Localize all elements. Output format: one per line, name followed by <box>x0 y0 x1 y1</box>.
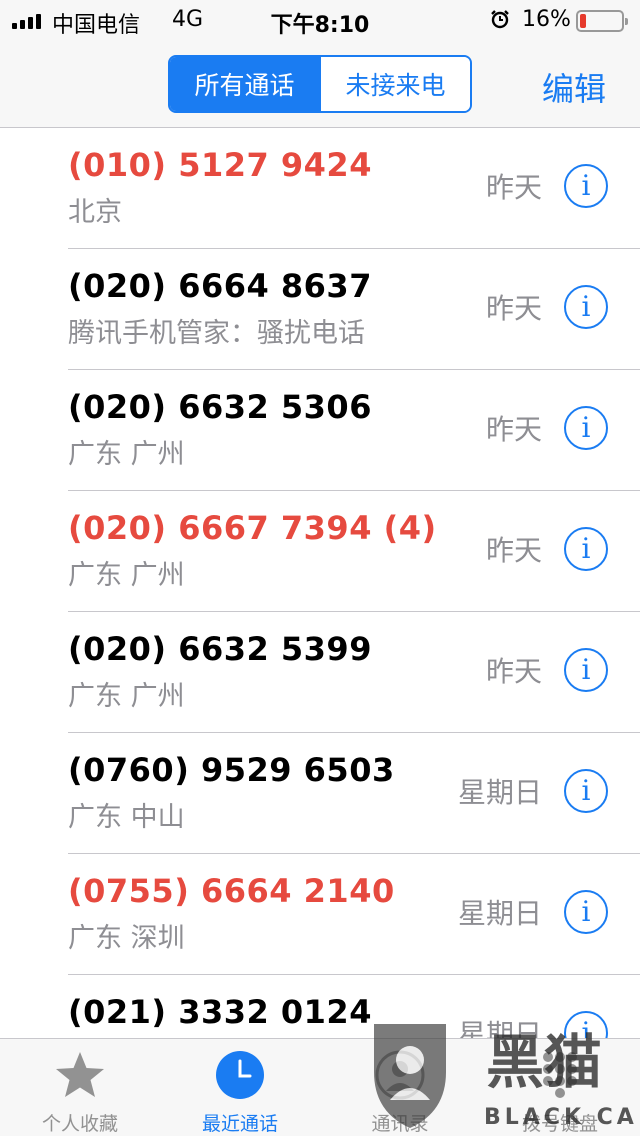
call-date: 星期日 <box>457 897 542 930</box>
info-icon[interactable]: i <box>564 890 608 934</box>
edit-button[interactable]: 编辑 <box>542 64 606 110</box>
info-icon[interactable]: i <box>564 527 608 571</box>
battery-percent: 16% <box>522 7 571 32</box>
info-icon[interactable]: i <box>564 648 608 692</box>
tab-keypad[interactable]: 拨号键盘 <box>480 1039 640 1136</box>
call-location: 广东 广州 <box>68 681 185 712</box>
tab-label: 通讯录 <box>371 1113 429 1135</box>
recent-calls-list[interactable]: (010) 5127 9424 北京 昨天 i (020) 6664 8637 … <box>0 128 640 1038</box>
call-number: (021) 3332 0124 <box>68 993 372 1031</box>
call-row[interactable]: (0760) 9529 6503 广东 中山 星期日 i <box>0 733 640 854</box>
call-number: (0760) 9529 6503 <box>68 751 395 789</box>
info-icon[interactable]: i <box>564 406 608 450</box>
call-number: (020) 6632 5399 <box>68 630 372 668</box>
tab-contacts[interactable]: 通讯录 <box>320 1039 480 1136</box>
battery-level <box>580 14 586 28</box>
tab-bar: 个人收藏 最近通话 通讯录 拨号键盘 <box>0 1038 640 1136</box>
call-row[interactable]: (010) 5127 9424 北京 昨天 i <box>0 128 640 249</box>
tab-label: 个人收藏 <box>41 1113 118 1135</box>
contacts-icon <box>375 1050 425 1100</box>
star-icon <box>56 1052 104 1097</box>
call-date: 星期日 <box>457 1018 542 1038</box>
call-date: 昨天 <box>485 292 542 325</box>
info-icon[interactable]: i <box>564 285 608 329</box>
call-row[interactable]: (020) 6664 8637 腾讯手机管家：骚扰电话 昨天 i <box>0 249 640 370</box>
tab-label: 最近通话 <box>201 1113 278 1135</box>
call-row[interactable]: (020) 6632 5306 广东 广州 昨天 i <box>0 370 640 491</box>
call-date: 昨天 <box>485 413 542 446</box>
info-icon[interactable]: i <box>564 769 608 813</box>
status-bar: 中国电信 4G 下午8:10 16% <box>0 0 640 40</box>
call-number: (020) 6667 7394 (4) <box>68 509 437 547</box>
call-filter-segmented-control: 所有通话 未接来电 <box>168 55 472 113</box>
call-location: 北京 <box>68 197 122 228</box>
info-icon[interactable]: i <box>564 164 608 208</box>
call-location: 腾讯手机管家：骚扰电话 <box>68 318 365 349</box>
call-location: 广东 广州 <box>68 439 185 470</box>
nav-bar: 所有通话 未接来电 编辑 <box>0 40 640 128</box>
call-row[interactable]: (020) 6667 7394 (4) 广东 广州 昨天 i <box>0 491 640 612</box>
keypad-icon <box>543 1052 577 1098</box>
call-location: 广东 中山 <box>68 802 185 833</box>
call-location: 广东 广州 <box>68 560 185 591</box>
call-date: 昨天 <box>485 534 542 567</box>
segment-missed-calls[interactable]: 未接来电 <box>319 57 470 111</box>
battery-icon <box>576 10 628 32</box>
segment-all-calls[interactable]: 所有通话 <box>170 57 319 111</box>
call-date: 星期日 <box>457 776 542 809</box>
tab-recents[interactable]: 最近通话 <box>160 1039 320 1136</box>
call-date: 昨天 <box>485 171 542 204</box>
tab-favorites[interactable]: 个人收藏 <box>0 1039 160 1136</box>
call-number: (020) 6632 5306 <box>68 388 372 426</box>
call-number: (010) 5127 9424 <box>68 146 372 184</box>
call-location: 广东 深圳 <box>68 923 185 954</box>
clock-icon <box>216 1051 264 1099</box>
call-number: (020) 6664 8637 <box>68 267 372 305</box>
call-row[interactable]: (020) 6632 5399 广东 广州 昨天 i <box>0 612 640 733</box>
info-icon[interactable]: i <box>564 1011 608 1038</box>
alarm-icon <box>491 10 509 29</box>
call-row[interactable]: (021) 3332 0124 星期日 i <box>0 975 640 1038</box>
call-date: 昨天 <box>485 655 542 688</box>
call-number: (0755) 6664 2140 <box>68 872 395 910</box>
tab-label: 拨号键盘 <box>521 1113 598 1135</box>
call-row[interactable]: (0755) 6664 2140 广东 深圳 星期日 i <box>0 854 640 975</box>
